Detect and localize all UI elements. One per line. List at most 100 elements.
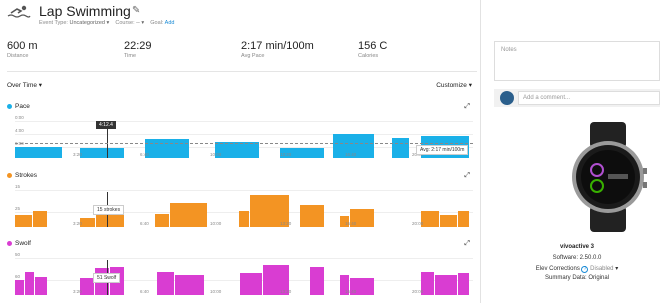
chart-bar[interactable] xyxy=(440,215,457,227)
average-label: Avg: 2:17 min/100m xyxy=(416,145,469,155)
chart-bar[interactable] xyxy=(157,271,174,295)
x-tick-label: 6:40 xyxy=(140,221,149,226)
activity-panel: Lap Swimming ✎ Event Type: Uncategorized… xyxy=(0,0,480,303)
event-type-label: Event Type: xyxy=(39,20,68,26)
chevron-down-icon[interactable]: ▾ xyxy=(615,266,618,272)
chart-bar[interactable] xyxy=(80,278,94,295)
gridline xyxy=(15,133,473,135)
elev-value[interactable]: Disabled xyxy=(590,266,613,272)
chart-bar[interactable] xyxy=(392,137,409,158)
x-tick-label: 16:40 xyxy=(345,152,357,157)
x-tick-label: 6:40 xyxy=(140,152,149,157)
expand-icon[interactable]: ⤢ xyxy=(464,240,470,248)
y-tick-label: 4:00 xyxy=(15,127,24,133)
chart-bar[interactable] xyxy=(25,271,34,295)
chevron-down-icon[interactable]: ▾ xyxy=(141,20,144,26)
stat-calories: 156 C Calories xyxy=(358,40,387,59)
x-tick-label: 10:00 xyxy=(210,289,222,294)
chart-title-text: Swolf xyxy=(15,240,31,247)
chevron-down-icon: ▾ xyxy=(38,82,43,89)
x-tick-label: 13:20 xyxy=(280,221,292,226)
chart-bar[interactable] xyxy=(170,203,207,227)
chart-bar[interactable] xyxy=(435,275,457,295)
gridline xyxy=(15,121,473,122)
x-tick-label: 10:00 xyxy=(210,221,222,226)
chart-bar[interactable] xyxy=(15,215,32,227)
device-software: Software: 2.50.0.0 xyxy=(552,255,602,261)
gridline xyxy=(15,190,473,191)
chart-bar[interactable] xyxy=(239,211,249,227)
swimmer-icon xyxy=(7,5,31,18)
y-tick-label: 15 xyxy=(15,184,21,189)
chart-bar[interactable] xyxy=(155,214,169,227)
notes-field[interactable]: Notes xyxy=(494,41,660,81)
chart-title: Strokes xyxy=(7,172,37,179)
customize-dropdown[interactable]: Customize ▾ xyxy=(436,81,472,89)
goal-add-link[interactable]: Add xyxy=(165,20,175,26)
chart-bar[interactable] xyxy=(458,211,469,227)
chevron-down-icon: ▾ xyxy=(468,82,472,89)
x-tick-label: 13:20 xyxy=(280,152,292,157)
chart-bar[interactable] xyxy=(421,211,439,227)
stats-row: 600 m Distance 22:29 Time 2:17 min/100m … xyxy=(7,40,477,64)
expand-icon[interactable]: ⤢ xyxy=(464,172,470,180)
y-tick-label: 60 xyxy=(15,274,21,280)
x-tick-label: 20:00 xyxy=(412,221,424,226)
chevron-down-icon[interactable]: ▾ xyxy=(106,20,109,26)
stat-distance: 600 m Distance xyxy=(7,40,38,59)
y-tick-label: 0:00 xyxy=(15,115,24,120)
chart-title-text: Strokes xyxy=(15,172,38,179)
chart-bar[interactable] xyxy=(33,211,47,227)
stat-label: Time xyxy=(124,53,137,59)
chart-bar[interactable] xyxy=(300,205,324,227)
expand-icon[interactable]: ⤢ xyxy=(464,103,470,111)
chart-bar[interactable] xyxy=(80,218,95,227)
strokes-chart: Strokes ⤢ 15 25 3:20 6:40 10:00 13:20 16:40 20:00… xyxy=(0,172,480,232)
chart-bar[interactable] xyxy=(80,148,124,158)
comment-input[interactable]: Add a comment... xyxy=(518,91,660,105)
goal-label: Goal: xyxy=(150,20,164,26)
activity-meta: Event Type: Uncategorized ▾ Course: -- ▾… xyxy=(39,20,174,26)
y-tick-label: 50 xyxy=(15,252,21,257)
comment-row: Add a comment... xyxy=(494,89,660,107)
edit-pencil-icon[interactable]: ✎ xyxy=(132,5,140,16)
cursor-tooltip: 4:12.4 xyxy=(96,121,116,129)
stat-value: 22:29 xyxy=(124,40,152,52)
x-tick-label: 16:40 xyxy=(345,289,357,294)
over-time-label: Over Time xyxy=(7,82,37,89)
chart-bar[interactable] xyxy=(215,142,259,158)
event-type-value[interactable]: Uncategorized xyxy=(69,20,104,26)
stat-time: 22:29 Time xyxy=(124,40,152,59)
x-tick-label: 3:20 xyxy=(73,221,82,226)
chart-bar[interactable] xyxy=(15,147,62,158)
panel-divider xyxy=(480,0,481,303)
stat-value: 600 m xyxy=(7,40,38,52)
x-tick-label: 3:20 xyxy=(73,152,82,157)
avatar xyxy=(500,91,514,105)
divider xyxy=(7,71,477,72)
chart-bar[interactable] xyxy=(35,276,47,295)
course-value[interactable]: -- xyxy=(136,20,140,26)
x-tick-label: 10:00 xyxy=(210,152,222,157)
legend-dot-icon xyxy=(7,172,12,178)
average-line xyxy=(15,143,473,144)
course-label: Course: xyxy=(115,20,135,26)
chart-bar[interactable] xyxy=(458,273,469,295)
x-tick-label: 6:40 xyxy=(140,289,149,294)
over-time-dropdown[interactable]: Over Time ▾ xyxy=(7,81,42,89)
chart-bar[interactable] xyxy=(15,280,24,295)
chart-bar[interactable] xyxy=(240,273,262,295)
chart-bar[interactable] xyxy=(175,275,204,295)
stat-label: Distance xyxy=(7,53,29,59)
watch-image xyxy=(572,122,647,232)
info-icon[interactable]: ? xyxy=(581,266,589,273)
cursor-tooltip: 51 Swolf xyxy=(93,273,121,283)
stat-label: Avg Pace xyxy=(241,53,265,59)
y-tick-label: 25 xyxy=(15,206,21,212)
chart-bar[interactable] xyxy=(310,266,324,295)
x-tick-label: 20:00 xyxy=(412,289,424,294)
gridline xyxy=(15,258,473,259)
cursor-tooltip: 15 strokes xyxy=(93,205,125,215)
chart-bar[interactable] xyxy=(145,138,189,158)
chart-title: Swolf xyxy=(7,240,31,247)
